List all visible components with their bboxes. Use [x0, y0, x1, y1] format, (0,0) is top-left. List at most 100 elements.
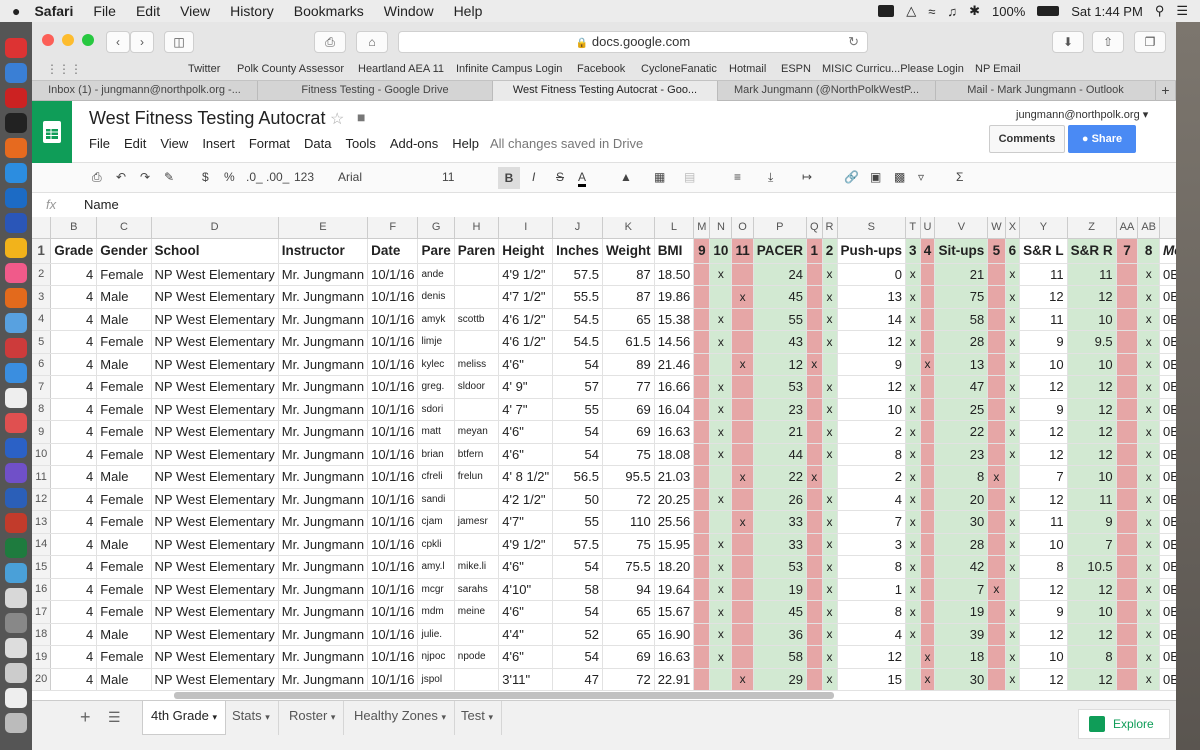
table-cell[interactable]: npode [454, 645, 500, 669]
table-cell[interactable]: 56.5 [552, 465, 603, 489]
header-cell[interactable]: 10 [709, 238, 733, 264]
table-cell[interactable]: 10/1/16 [367, 600, 419, 624]
table-cell[interactable] [731, 578, 754, 601]
table-cell[interactable] [693, 375, 711, 399]
table-cell[interactable]: 55 [753, 308, 807, 331]
table-cell[interactable] [806, 578, 823, 601]
favorite-link[interactable]: Polk County Assessor [237, 63, 344, 75]
dock-app-icon[interactable] [5, 663, 27, 683]
insert-link-icon[interactable]: 🔗 [844, 170, 859, 184]
folder-icon[interactable]: ■ [357, 109, 365, 125]
checkmark-cell[interactable]: x [709, 600, 733, 624]
column-header[interactable]: Z [1067, 217, 1117, 239]
table-cell[interactable]: 8 [837, 443, 907, 466]
table-cell[interactable]: 0BzzVnz38il [1159, 555, 1176, 579]
table-cell[interactable]: 19 [753, 578, 807, 601]
table-cell[interactable] [987, 645, 1006, 669]
table-cell[interactable]: 26 [753, 488, 807, 511]
table-cell[interactable]: meliss [454, 353, 500, 376]
column-header[interactable]: K [602, 217, 655, 239]
table-cell[interactable]: 16.66 [654, 375, 695, 399]
table-cell[interactable]: 4'10" [498, 578, 554, 601]
checkmark-cell[interactable]: x [1137, 308, 1161, 331]
table-cell[interactable]: sdori [417, 398, 455, 421]
table-cell[interactable]: 10.5 [1067, 555, 1117, 579]
table-cell[interactable]: frelun [454, 465, 500, 489]
table-cell[interactable]: 12 [1019, 285, 1068, 309]
table-cell[interactable] [806, 308, 823, 331]
table-cell[interactable]: 0BzzVnz38il [1159, 645, 1176, 669]
table-cell[interactable]: 4 [50, 488, 98, 511]
table-cell[interactable]: 10/1/16 [367, 668, 419, 691]
table-cell[interactable]: 0BzzVnz38il [1159, 488, 1176, 511]
app-name-menu[interactable]: Safari [34, 3, 73, 19]
tabs-overview-icon[interactable]: ❐ [1134, 31, 1166, 53]
table-cell[interactable] [920, 533, 936, 556]
table-cell[interactable] [1116, 533, 1139, 556]
table-cell[interactable]: 0BzzVnz38il [1159, 398, 1176, 421]
table-cell[interactable]: NP West Elementary [151, 555, 279, 579]
table-cell[interactable]: 9 [1019, 398, 1068, 421]
table-cell[interactable]: 10/1/16 [367, 353, 419, 376]
table-cell[interactable]: 4 [50, 375, 98, 399]
table-cell[interactable]: mike.li [454, 555, 500, 579]
table-cell[interactable]: 4 [50, 263, 98, 286]
checkmark-cell[interactable]: x [920, 668, 936, 691]
filter-icon[interactable]: ▿ [918, 170, 924, 184]
notification-center-icon[interactable]: ☰ [1176, 3, 1188, 19]
table-cell[interactable]: NP West Elementary [151, 420, 279, 444]
dock-app-icon[interactable] [5, 313, 27, 333]
checkmark-cell[interactable]: x [905, 465, 921, 489]
table-cell[interactable]: 0BzzVnz38il [1159, 308, 1176, 331]
table-cell[interactable] [920, 285, 936, 309]
header-cell[interactable]: 3 [905, 238, 921, 264]
header-cell[interactable]: 9 [693, 238, 711, 264]
table-cell[interactable]: 22 [934, 420, 989, 444]
table-cell[interactable] [920, 398, 936, 421]
explore-button[interactable]: Explore [1078, 709, 1170, 739]
table-cell[interactable]: 12 [1019, 488, 1068, 511]
table-cell[interactable]: 28 [934, 533, 989, 556]
font-size-dropdown[interactable]: 11 [442, 170, 454, 184]
share-icon[interactable]: ⇧ [1092, 31, 1124, 53]
table-cell[interactable] [693, 488, 711, 511]
table-cell[interactable]: 19.64 [654, 578, 695, 601]
table-cell[interactable]: 12 [1067, 375, 1117, 399]
table-cell[interactable] [731, 420, 754, 444]
table-cell[interactable]: 72 [602, 668, 655, 691]
reload-icon[interactable]: ↻ [848, 32, 859, 52]
percent-format-button[interactable]: % [224, 170, 235, 184]
table-cell[interactable]: 4'6" [498, 600, 554, 624]
table-cell[interactable]: meine [454, 600, 500, 624]
checkmark-cell[interactable]: x [709, 398, 733, 421]
table-cell[interactable]: 8 [1019, 555, 1068, 579]
table-cell[interactable]: 12 [1067, 398, 1117, 421]
sheet-tab-roster[interactable]: Roster ▾ [281, 701, 345, 735]
table-cell[interactable]: 4' 8 1/2" [498, 465, 554, 489]
checkmark-cell[interactable]: x [1005, 398, 1021, 421]
table-cell[interactable]: 12 [1067, 668, 1117, 691]
browser-tab[interactable]: Inbox (1) - jungmann@northpolk.org -... [32, 81, 258, 101]
table-cell[interactable] [920, 443, 936, 466]
checkmark-cell[interactable]: x [1005, 443, 1021, 466]
dock-app-icon[interactable] [5, 188, 27, 208]
checkmark-cell[interactable]: x [709, 533, 733, 556]
table-cell[interactable]: cpkli [417, 533, 455, 556]
checkmark-cell[interactable]: x [1137, 375, 1161, 399]
table-cell[interactable] [1005, 578, 1021, 601]
table-cell[interactable]: 21 [753, 420, 807, 444]
header-cell[interactable]: 8 [1137, 238, 1161, 264]
checkmark-cell[interactable]: x [905, 533, 921, 556]
column-header[interactable]: U [920, 217, 936, 239]
table-cell[interactable] [987, 375, 1006, 399]
table-cell[interactable]: 23 [753, 398, 807, 421]
dock-app-icon[interactable] [5, 263, 27, 283]
checkmark-cell[interactable]: x [1005, 600, 1021, 624]
column-header[interactable]: R [822, 217, 838, 239]
checkmark-cell[interactable]: x [905, 375, 921, 399]
home-icon[interactable]: ⌂ [356, 31, 388, 53]
table-cell[interactable]: 58 [552, 578, 603, 601]
table-cell[interactable]: 19 [934, 600, 989, 624]
table-cell[interactable]: 110 [602, 510, 655, 534]
browser-tab[interactable]: Mail - Mark Jungmann - Outlook [936, 81, 1156, 101]
